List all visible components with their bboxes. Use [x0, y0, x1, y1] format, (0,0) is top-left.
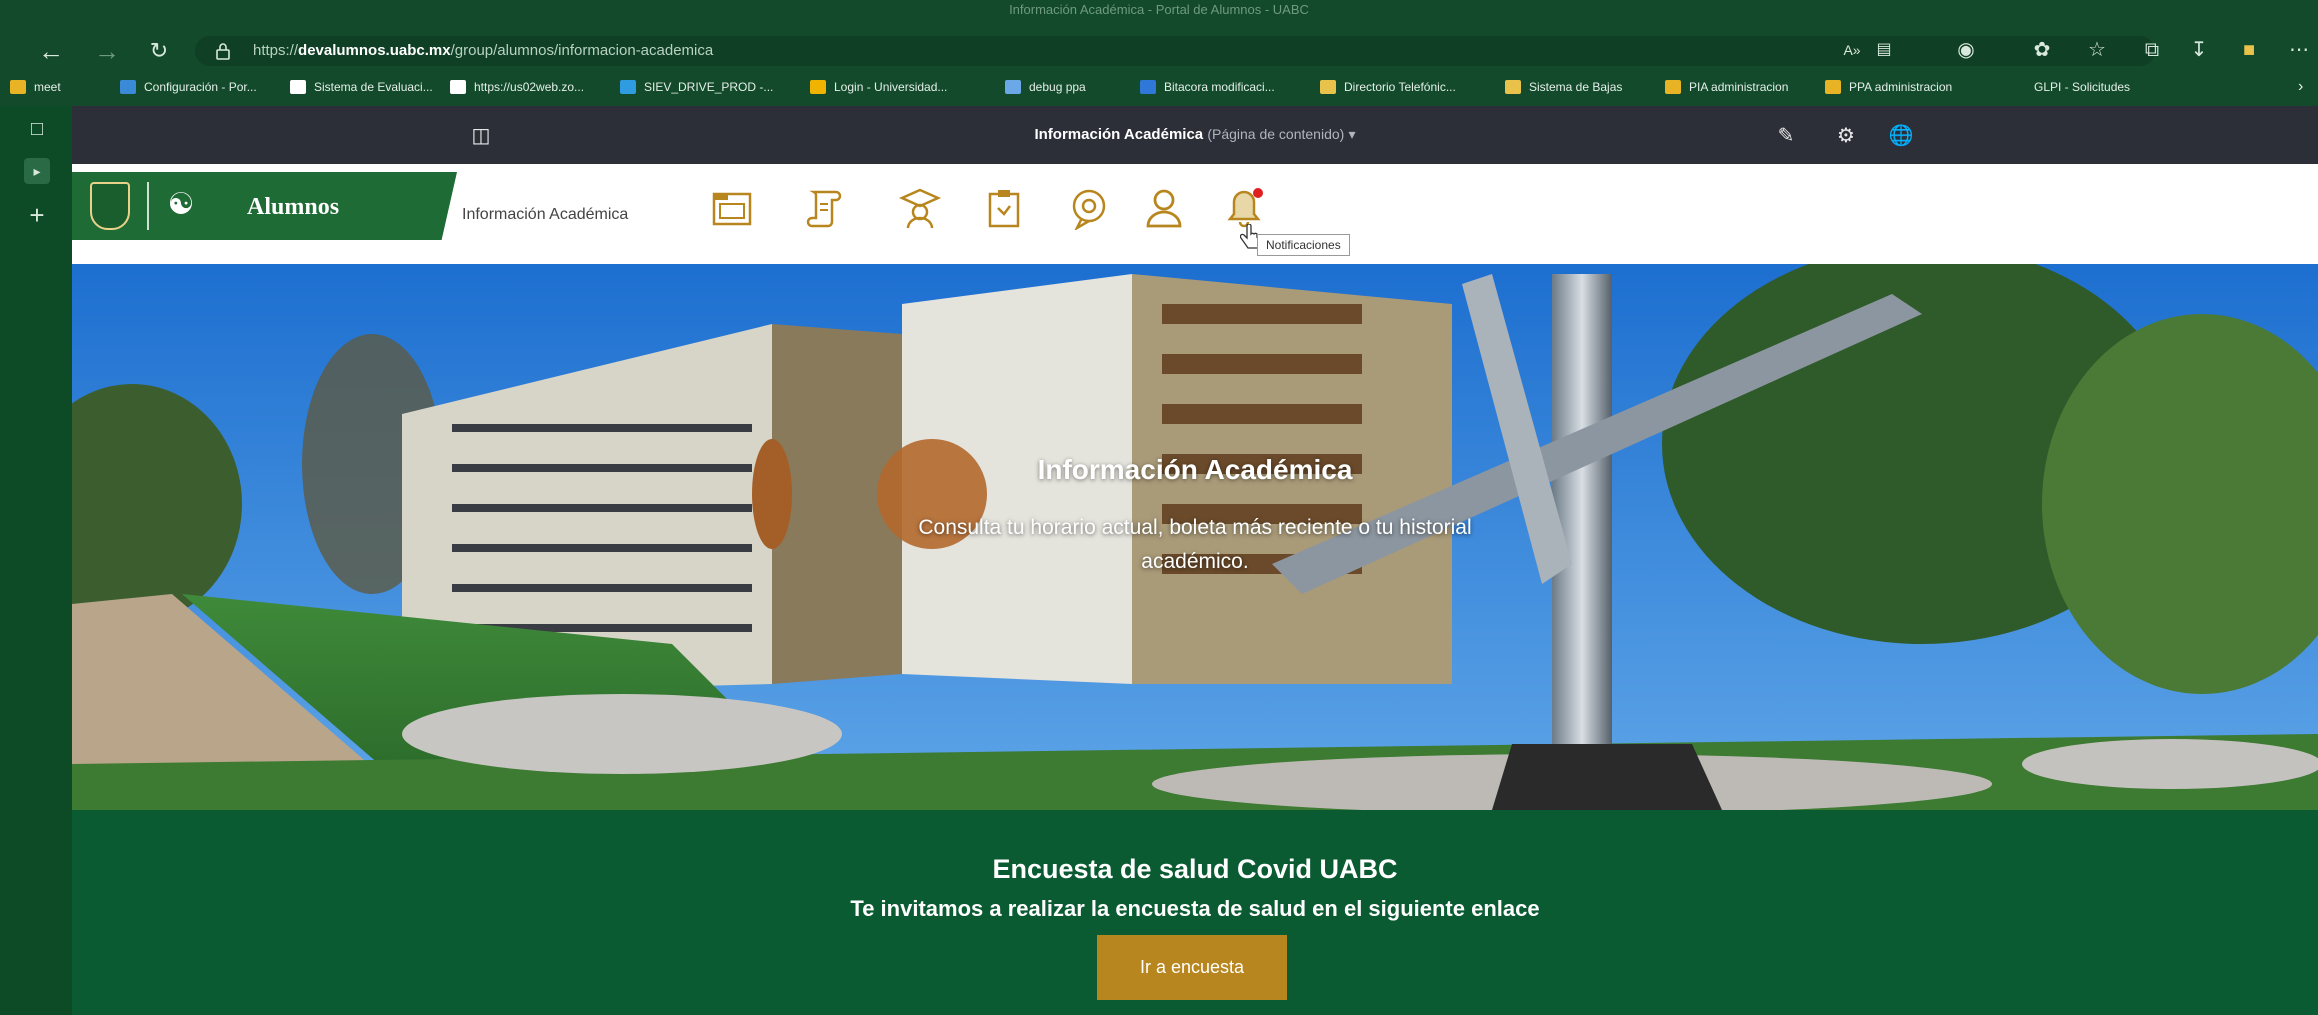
- page-title: Información Académica: [1034, 126, 1204, 143]
- forward-icon[interactable]: →: [90, 34, 124, 68]
- bookmark-label: Sistema de Evaluaci...: [314, 80, 433, 94]
- site-logo-icon: ☯: [167, 188, 195, 221]
- bookmark-item[interactable]: Directorio Telefónic...: [1320, 77, 1456, 97]
- user-icon[interactable]: [1142, 186, 1186, 230]
- back-icon[interactable]: ←: [34, 34, 68, 68]
- lock-icon: [216, 43, 230, 60]
- scroll-icon[interactable]: [804, 186, 848, 230]
- go-to-survey-button[interactable]: Ir a encuesta: [1097, 935, 1287, 1000]
- command-bar: ◫ Información Académica (Página de conte…: [72, 106, 2318, 164]
- university-shield-icon: [90, 182, 130, 230]
- bookmark-item[interactable]: Bitacora modificaci...: [1140, 77, 1275, 97]
- bookmark-icon: [620, 80, 636, 94]
- more-menu-icon[interactable]: ⋯: [2285, 36, 2313, 64]
- page-type: (Página de contenido): [1207, 126, 1345, 142]
- bookmark-label: SIEV_DRIVE_PROD -...: [644, 80, 774, 94]
- refresh-icon[interactable]: ↻: [142, 34, 176, 68]
- tab-actions-icon[interactable]: □: [24, 116, 50, 142]
- hero-subtitle: Consulta tu horario actual, boleta más r…: [918, 516, 1472, 573]
- bookmark-label: PPA administracion: [1849, 80, 1953, 94]
- bookmarks-bar: meet Configuración - Por... Sistema de Eva…: [0, 72, 2318, 102]
- bookmark-item[interactable]: Login - Universidad...: [810, 77, 947, 97]
- window-title: Información Académica - Portal de Alumno…: [1009, 2, 1309, 17]
- bookmark-icon: [1320, 80, 1336, 94]
- bookmark-label: meet: [34, 80, 61, 94]
- site-nav-page-link[interactable]: Información Académica: [462, 206, 628, 224]
- bookmark-label: GLPI - Solicitudes: [2034, 80, 2131, 94]
- navigation-row: ← → ↻ https://devalumnos.uabc.mx/group/a…: [0, 30, 2318, 72]
- wallet-icon[interactable]: ■: [2235, 36, 2263, 64]
- extension-icon[interactable]: ◉: [1952, 36, 1980, 64]
- browser-chrome: Información Académica - Portal de Alumno…: [0, 0, 2318, 106]
- bookmark-label: PIA administracion: [1689, 80, 1789, 94]
- favorites-star-icon[interactable]: ☆: [2083, 36, 2111, 64]
- bookmark-item[interactable]: Sistema de Evaluaci...: [290, 77, 433, 97]
- bookmark-item[interactable]: Configuración - Por...: [120, 77, 257, 97]
- edit-pencil-icon[interactable]: ✎: [1772, 122, 1800, 150]
- bookmark-item[interactable]: PPA administracion: [1825, 77, 1952, 97]
- browser-side-rail: □ ▸ +: [0, 106, 72, 1015]
- bookmark-label: https://us02web.zo...: [474, 80, 585, 94]
- bookmark-icon: [1140, 80, 1156, 94]
- folder-icon[interactable]: [710, 186, 754, 230]
- site-header: ☯ Alumnos Información Académica Notifica…: [72, 164, 2318, 264]
- covid-survey-subtitle: Te invitamos a realizar la encuesta de s…: [850, 896, 1540, 921]
- bookmark-label: Login - Universidad...: [834, 80, 948, 94]
- active-tab-icon[interactable]: ▸: [24, 158, 50, 184]
- bookmark-icon: [1505, 80, 1521, 94]
- new-tab-icon[interactable]: +: [24, 202, 50, 228]
- bookmark-icon: [1825, 80, 1841, 94]
- bookmark-icon: [1005, 80, 1021, 94]
- bookmark-icon: [450, 80, 466, 94]
- reader-view-icon[interactable]: ▤: [1870, 36, 1898, 64]
- bookmark-icon: [810, 80, 826, 94]
- bookmark-item[interactable]: meet: [10, 77, 61, 97]
- chevron-down-icon[interactable]: ▾: [1348, 126, 1355, 142]
- clipboard-icon[interactable]: [982, 186, 1026, 230]
- bookmark-icon: [10, 80, 26, 94]
- bookmark-label: Configuración - Por...: [144, 80, 257, 94]
- graduate-icon[interactable]: [898, 186, 942, 230]
- bookmark-icon: [120, 80, 136, 94]
- bookmark-item[interactable]: GLPI - Solicitudes: [2010, 77, 2130, 97]
- globe-icon[interactable]: 🌐: [1887, 122, 1915, 150]
- covid-survey-banner: Encuesta de salud Covid UABC Te invitamo…: [72, 810, 2318, 1015]
- chat-icon[interactable]: [1067, 186, 1111, 230]
- brand-divider: [147, 182, 149, 230]
- notifications-tooltip: Notificaciones: [1257, 234, 1350, 256]
- hero-title: Información Académica: [1037, 454, 1353, 485]
- bookmark-label: Bitacora modificaci...: [1164, 80, 1275, 94]
- bookmark-icon: [290, 80, 306, 94]
- site-name: Alumnos: [247, 194, 340, 220]
- bookmark-item[interactable]: debug ppa: [1005, 77, 1086, 97]
- bookmark-label: debug ppa: [1029, 80, 1086, 94]
- bookmark-item[interactable]: PIA administracion: [1665, 77, 1788, 97]
- download-icon[interactable]: ↧: [2185, 36, 2213, 64]
- bookmark-item[interactable]: Sistema de Bajas: [1505, 77, 1622, 97]
- read-aloud-icon[interactable]: A»: [1838, 36, 1866, 64]
- notification-dot: [1253, 188, 1263, 198]
- bookmark-icon: [2010, 80, 2026, 94]
- bookmark-label: Directorio Telefónic...: [1344, 80, 1456, 94]
- collections-icon[interactable]: ⧉: [2138, 36, 2166, 64]
- page-title-bar[interactable]: Información Académica (Página de conteni…: [72, 126, 2318, 143]
- url-text[interactable]: https://devalumnos.uabc.mx/group/alumnos…: [253, 42, 713, 59]
- bookmark-icon: [1665, 80, 1681, 94]
- extensions-puzzle-icon[interactable]: ✿: [2028, 36, 2056, 64]
- settings-gear-icon[interactable]: ⚙: [1832, 122, 1860, 150]
- hero-banner: Información Académica Consulta tu horari…: [72, 264, 2318, 810]
- bookmarks-overflow-icon[interactable]: ›: [2298, 77, 2303, 97]
- covid-survey-title: Encuesta de salud Covid UABC: [992, 854, 1398, 884]
- bookmark-label: Sistema de Bajas: [1529, 80, 1623, 94]
- brand-band[interactable]: ☯ Alumnos: [72, 172, 457, 240]
- bookmark-item[interactable]: SIEV_DRIVE_PROD -...: [620, 77, 773, 97]
- bookmark-item[interactable]: https://us02web.zo...: [450, 77, 584, 97]
